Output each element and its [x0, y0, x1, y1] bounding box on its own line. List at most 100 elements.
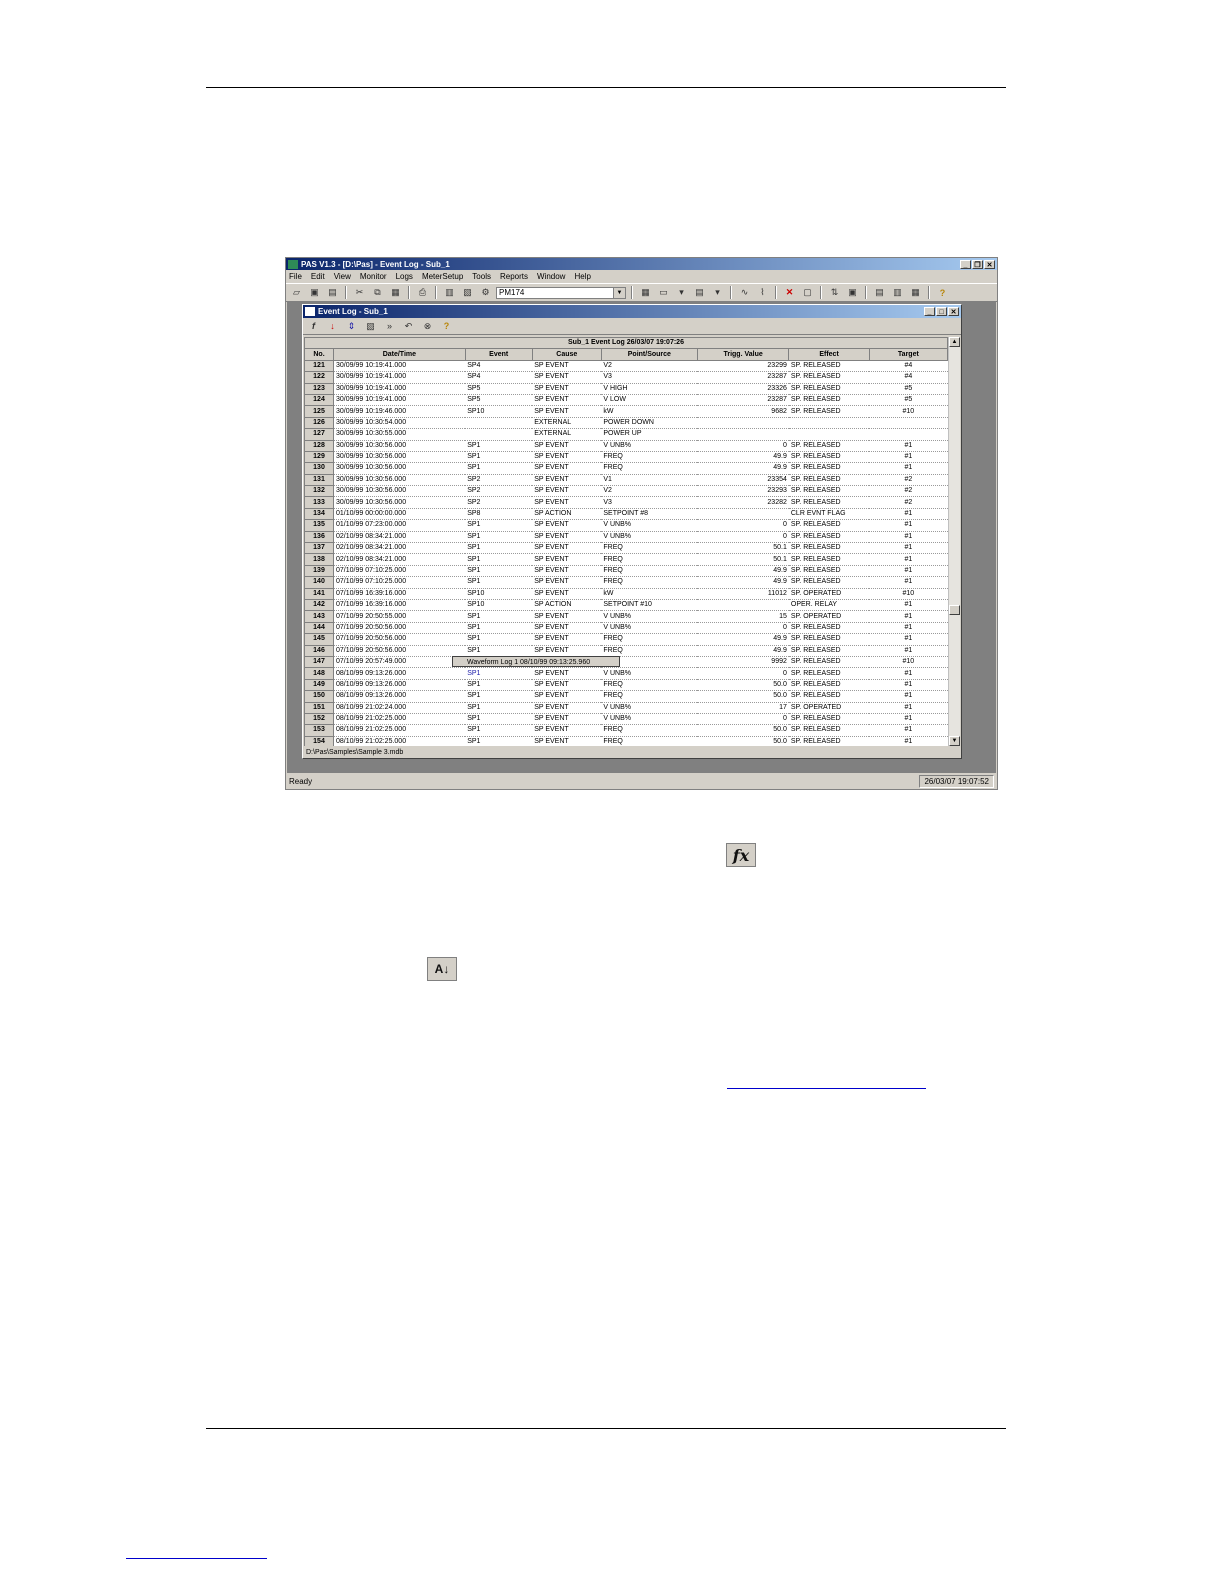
- menu-window[interactable]: Window: [537, 272, 565, 281]
- table-row[interactable]: 130 30/09/99 10:30:56.000 SP1 SP EVENT FREQ 4…: [304, 462, 948, 475]
- cell-no[interactable]: 143: [304, 610, 335, 623]
- vertical-scrollbar[interactable]: ▲ ▼: [948, 337, 960, 746]
- print-icon[interactable]: ⎙: [415, 285, 430, 300]
- cell-no[interactable]: 136: [304, 530, 335, 544]
- col-header-target[interactable]: Target: [868, 348, 948, 361]
- log-icon[interactable]: ▤: [872, 285, 887, 300]
- properties-icon[interactable]: ▧: [460, 285, 475, 300]
- menu-metersetup[interactable]: MeterSetup: [422, 272, 463, 281]
- cell-no[interactable]: 151: [304, 701, 335, 714]
- col-header-point-source[interactable]: Point/Source: [600, 348, 698, 361]
- col-header-datetime[interactable]: Date/Time: [333, 348, 466, 361]
- preview-icon[interactable]: ▥: [442, 285, 457, 300]
- table-row[interactable]: 134 01/10/99 00:00:00.000 SP8 SP ACTION SETP…: [304, 507, 948, 521]
- scroll-up-icon[interactable]: ▲: [949, 337, 960, 347]
- cell-no[interactable]: 139: [304, 564, 335, 578]
- cell-no[interactable]: 141: [304, 587, 335, 601]
- upload-icon[interactable]: ▣: [845, 285, 860, 300]
- setup-icon[interactable]: ▤: [692, 285, 707, 300]
- table-row[interactable]: 136 02/10/99 08:34:21.000 SP1 SP EVENT V UNB…: [304, 530, 948, 544]
- help-icon[interactable]: ?: [935, 285, 950, 300]
- col-header-effect[interactable]: Effect: [788, 348, 870, 361]
- table-row[interactable]: 142 07/10/99 16:39:16.000 SP10 SP ACTION SET…: [304, 598, 948, 612]
- table-row[interactable]: 131 30/09/99 10:30:56.000 SP2 SP EVENT V1 233…: [304, 473, 948, 487]
- table-row[interactable]: 138 02/10/99 08:34:21.000 SP1 SP EVENT FREQ 5…: [304, 553, 948, 566]
- table-row[interactable]: 126 30/09/99 10:30:54.000 EXTERNAL POWER DO…: [304, 416, 948, 430]
- table-row[interactable]: 137 02/10/99 08:34:21.000 SP1 SP EVENT FREQ 5…: [304, 542, 948, 555]
- cut-icon[interactable]: ✂: [352, 285, 367, 300]
- close-icon[interactable]: ✕: [948, 307, 959, 316]
- footer-link-underline[interactable]: [126, 1558, 267, 1559]
- scroll-thumb[interactable]: [949, 605, 960, 615]
- table-row[interactable]: 133 30/09/99 10:30:56.000 SP2 SP EVENT V3 232…: [304, 496, 948, 509]
- cell-no[interactable]: 132: [304, 485, 335, 498]
- table-row[interactable]: 128 30/09/99 10:30:56.000 SP1 SP EVENT V UNB…: [304, 439, 948, 452]
- copy-icon[interactable]: ⧉: [370, 285, 385, 300]
- menu-view[interactable]: View: [334, 272, 351, 281]
- cell-no[interactable]: 153: [304, 724, 335, 737]
- table-row[interactable]: 154 08/10/99 21:02:25.000 SP1 SP EVENT FREQ 5…: [304, 735, 948, 746]
- cell-no[interactable]: 144: [304, 621, 335, 635]
- sort-icon[interactable]: ⇕: [344, 319, 359, 334]
- table-row[interactable]: 127 30/09/99 10:30:55.000 EXTERNAL POWER UP: [304, 428, 948, 441]
- cell-no[interactable]: 128: [304, 439, 335, 452]
- help-icon[interactable]: ?: [439, 319, 454, 334]
- table-row[interactable]: 150 08/10/99 09:13:26.000 SP1 SP EVENT FREQ 5…: [304, 690, 948, 703]
- cell-no[interactable]: 147: [304, 655, 335, 669]
- minimize-icon[interactable]: _: [924, 307, 935, 316]
- cell-no[interactable]: 126: [304, 416, 335, 430]
- menu-edit[interactable]: Edit: [311, 272, 325, 281]
- waveform-icon[interactable]: ∿: [737, 285, 752, 300]
- close-icon[interactable]: ✕: [984, 259, 995, 269]
- table-row[interactable]: 149 08/10/99 09:13:26.000 SP1 SP EVENT FREQ 5…: [304, 678, 948, 692]
- cell-no[interactable]: 146: [304, 644, 335, 657]
- device-select[interactable]: PM174 ▼: [496, 286, 626, 299]
- undo-icon[interactable]: ↶: [401, 319, 416, 334]
- table-row[interactable]: 121 30/09/99 10:19:41.000 SP4 SP EVENT V2 232…: [304, 359, 948, 373]
- table-row[interactable]: 145 07/10/99 20:50:56.000 SP1 SP EVENT FREQ 4…: [304, 633, 948, 646]
- cell-no[interactable]: 149: [304, 678, 335, 692]
- table-row[interactable]: 122 30/09/99 10:19:41.000 SP4 SP EVENT V3 232…: [304, 371, 948, 384]
- table-row[interactable]: 152 08/10/99 21:02:25.000 SP1 SP EVENT V UNB…: [304, 712, 948, 726]
- sort-az-icon[interactable]: ↓: [325, 319, 340, 334]
- col-header-event[interactable]: Event: [464, 348, 533, 361]
- cell-no[interactable]: 123: [304, 382, 335, 395]
- cell-no[interactable]: 137: [304, 542, 335, 555]
- cell-no[interactable]: 140: [304, 576, 335, 589]
- table-row[interactable]: 143 07/10/99 20:50:55.000 SP1 SP EVENT V UNB…: [304, 610, 948, 623]
- waveform-tooltip[interactable]: Waveform Log 1 08/10/99 09:13:25.960: [452, 656, 620, 667]
- monitor-icon[interactable]: ▭: [656, 285, 671, 300]
- next-icon[interactable]: »: [382, 319, 397, 334]
- cell-no[interactable]: 130: [304, 462, 335, 475]
- cell-no[interactable]: 150: [304, 690, 335, 703]
- menu-monitor[interactable]: Monitor: [360, 272, 387, 281]
- scroll-down-icon[interactable]: ▼: [949, 736, 960, 746]
- dropdown-arrow-icon[interactable]: ▾: [674, 285, 689, 300]
- menu-reports[interactable]: Reports: [500, 272, 528, 281]
- table-row[interactable]: 123 30/09/99 10:19:41.000 SP5 SP EVENT V HIG…: [304, 382, 948, 395]
- table-row[interactable]: 129 30/09/99 10:30:56.000 SP1 SP EVENT FREQ 4…: [304, 450, 948, 464]
- table-row[interactable]: 153 08/10/99 21:02:25.000 SP1 SP EVENT FREQ 5…: [304, 724, 948, 737]
- minimize-icon[interactable]: _: [960, 259, 971, 269]
- cell-no[interactable]: 125: [304, 405, 335, 418]
- trend-icon[interactable]: ⌇: [755, 285, 770, 300]
- menu-tools[interactable]: Tools: [472, 272, 491, 281]
- download-icon[interactable]: ⇅: [827, 285, 842, 300]
- col-header-cause[interactable]: Cause: [531, 348, 602, 361]
- cell-no[interactable]: 124: [304, 393, 335, 407]
- dropdown-arrow-icon[interactable]: ▾: [710, 285, 725, 300]
- doc-link-underline[interactable]: [727, 1088, 926, 1089]
- delete-icon[interactable]: ✕: [782, 285, 797, 300]
- calculator-icon[interactable]: ▦: [638, 285, 653, 300]
- cell-no[interactable]: 133: [304, 496, 335, 509]
- table-row[interactable]: 141 07/10/99 16:39:16.000 SP10 SP EVENT kW 11…: [304, 587, 948, 601]
- reset-icon[interactable]: ▢: [800, 285, 815, 300]
- data-log-icon[interactable]: ▦: [908, 285, 923, 300]
- cell-no[interactable]: 145: [304, 633, 335, 646]
- table-row[interactable]: 146 07/10/99 20:50:56.000 SP1 SP EVENT FREQ 4…: [304, 644, 948, 657]
- paste-icon[interactable]: ▦: [388, 285, 403, 300]
- cell-no[interactable]: 152: [304, 712, 335, 726]
- table-row[interactable]: 139 07/10/99 07:10:25.000 SP1 SP EVENT FREQ 4…: [304, 564, 948, 578]
- table-row[interactable]: 140 07/10/99 07:10:25.000 SP1 SP EVENT FREQ 4…: [304, 576, 948, 589]
- table-row[interactable]: 124 30/09/99 10:19:41.000 SP5 SP EVENT V LOW…: [304, 393, 948, 407]
